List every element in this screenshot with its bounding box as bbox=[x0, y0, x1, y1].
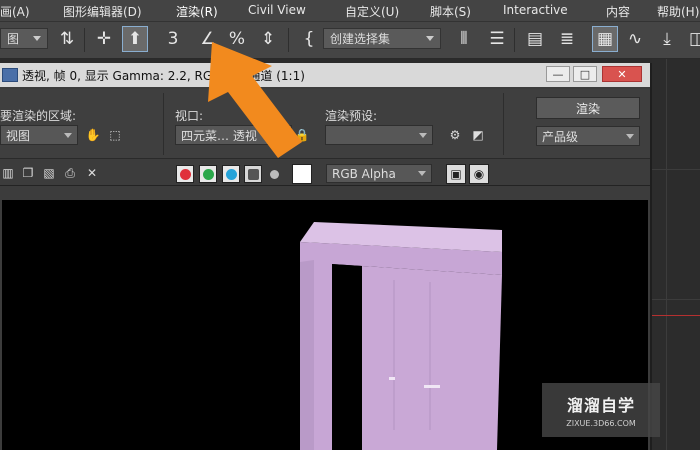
alpha-channel-icon bbox=[247, 168, 259, 180]
clear-icon[interactable]: ✕ bbox=[84, 165, 100, 181]
render-settings-panel: 要渲染的区域: 视图 ✋ ⬚ 视口: 四元菜… 透视 🔒 渲染预设: ⚙ ◩ 渲… bbox=[0, 89, 650, 159]
area-to-render-label: 要渲染的区域: bbox=[0, 109, 77, 123]
toolbar-separator bbox=[84, 28, 85, 52]
render-frame-toolbar: ▥ ❐ ▧ ⎙ ✕ RGB Alpha ▣ ◉ bbox=[0, 160, 650, 186]
material-editor-icon[interactable]: ◫ bbox=[684, 26, 700, 52]
channel-display-dropdown[interactable]: RGB Alpha bbox=[326, 164, 432, 183]
selection-set-value: 创建选择集 bbox=[330, 32, 391, 46]
print-icon[interactable]: ⎙ bbox=[62, 165, 78, 181]
toggle-ui-icon[interactable]: ◉ bbox=[469, 164, 489, 184]
render-frame-title: 透视, 帧 0, 显示 Gamma: 2.2, RGBA 位/通道 (1:1) bbox=[22, 68, 305, 83]
chevron-down-icon bbox=[418, 171, 426, 176]
red-channel-toggle[interactable] bbox=[176, 165, 194, 183]
door-left-post-side bbox=[300, 260, 314, 450]
environment-icon[interactable]: ◩ bbox=[470, 127, 486, 143]
layer-explorer-icon[interactable]: ≣ bbox=[554, 26, 580, 52]
panel-separator bbox=[503, 93, 504, 155]
main-toolbar: 图 ⇅ ✛ ⬆ 3 ∠ % ⇕ { 创建选择集 ⫴ ☰ ▤ ≣ ▦ ∿ ⤓ ◫ bbox=[0, 22, 700, 59]
menu-help[interactable]: 帮助(H) bbox=[657, 3, 699, 20]
toolbar-separator bbox=[514, 28, 515, 52]
viewport-label: 视口: bbox=[175, 109, 204, 123]
menu-content[interactable]: 内容 bbox=[606, 3, 630, 20]
render-frame-titlebar[interactable]: 透视, 帧 0, 显示 Gamma: 2.2, RGBA 位/通道 (1:1) … bbox=[0, 63, 650, 87]
mirror-icon[interactable]: ⫴ bbox=[451, 26, 477, 52]
grid-line bbox=[652, 299, 700, 300]
viewport-value: 四元菜… 透视 bbox=[181, 128, 257, 143]
render-preset-dropdown[interactable] bbox=[325, 125, 433, 145]
grid-line bbox=[666, 59, 667, 450]
minimize-button[interactable]: — bbox=[546, 66, 570, 82]
render-button[interactable]: 渲染 bbox=[536, 97, 640, 119]
render-preset-label: 渲染预设: bbox=[325, 109, 378, 123]
panel-separator bbox=[163, 93, 164, 155]
watermark: 溜溜自学 ZIXUE.3D66.COM bbox=[542, 383, 660, 437]
percent-snap-icon[interactable]: % bbox=[224, 26, 250, 52]
render-setup-icon[interactable]: ⚙ bbox=[447, 127, 463, 143]
axis-line bbox=[652, 315, 700, 316]
save-image-icon[interactable]: ▥ bbox=[0, 165, 16, 181]
schematic-view-icon[interactable]: ⤓ bbox=[654, 26, 680, 52]
chevron-down-icon bbox=[64, 132, 72, 138]
area-to-render-dropdown[interactable]: 视图 bbox=[0, 125, 78, 145]
door-right-slab bbox=[362, 266, 502, 450]
channel-display-value: RGB Alpha bbox=[332, 166, 396, 181]
menu-rendering[interactable]: 渲染(R) bbox=[176, 3, 218, 20]
menu-bar: 画(A) 图形编辑器(D) 渲染(R) Civil View 自定义(U) 脚本… bbox=[0, 0, 700, 22]
menu-animation[interactable]: 画(A) bbox=[0, 3, 30, 20]
render-mode-value: 产品级 bbox=[542, 129, 579, 144]
chevron-down-icon bbox=[626, 133, 634, 139]
blue-channel-toggle[interactable] bbox=[222, 165, 240, 183]
close-button[interactable]: ✕ bbox=[602, 66, 642, 82]
green-channel-toggle[interactable] bbox=[199, 165, 217, 183]
menu-graph-editors[interactable]: 图形编辑器(D) bbox=[63, 3, 142, 20]
toolbar-dropdown[interactable]: 图 bbox=[0, 28, 48, 49]
scene-explorer-icon[interactable]: ▤ bbox=[522, 26, 548, 52]
select-link-icon[interactable]: ⇅ bbox=[54, 26, 80, 52]
chevron-down-icon bbox=[419, 132, 427, 138]
chevron-down-icon bbox=[33, 36, 41, 41]
maximize-button[interactable]: □ bbox=[573, 66, 597, 82]
toggle-ribbon-icon[interactable]: ▦ bbox=[592, 26, 618, 52]
clone-frame-icon[interactable]: ▧ bbox=[41, 165, 57, 181]
align-icon[interactable]: ☰ bbox=[484, 26, 510, 52]
viewport-dropdown[interactable]: 四元菜… 透视 bbox=[175, 125, 292, 145]
copy-image-icon[interactable]: ❐ bbox=[20, 165, 36, 181]
watermark-sub-text: ZIXUE.3D66.COM bbox=[566, 419, 636, 428]
door-handle-left bbox=[389, 377, 395, 380]
selection-set-dropdown[interactable]: 创建选择集 bbox=[323, 28, 441, 49]
watermark-main-text: 溜溜自学 bbox=[566, 396, 635, 415]
toggle-ui-overlay-icon[interactable]: ▣ bbox=[446, 164, 466, 184]
render-mode-dropdown[interactable]: 产品级 bbox=[536, 126, 640, 146]
grid-line bbox=[652, 169, 700, 170]
door-left-post-front bbox=[314, 260, 332, 450]
monochrome-icon[interactable] bbox=[266, 166, 282, 182]
chevron-down-icon bbox=[426, 36, 434, 41]
spinner-snap-icon[interactable]: ⇕ bbox=[255, 26, 281, 52]
auto-region-icon[interactable]: ⬚ bbox=[107, 127, 123, 143]
curve-editor-icon[interactable]: ∿ bbox=[622, 26, 648, 52]
place-icon[interactable]: ⬆ bbox=[122, 26, 148, 52]
toolbar-separator bbox=[288, 28, 289, 52]
background-color-swatch[interactable] bbox=[292, 164, 312, 184]
edit-named-selection-icon[interactable]: { bbox=[296, 26, 322, 52]
green-channel-icon bbox=[202, 168, 214, 180]
toolbar-dropdown-value: 图 bbox=[7, 32, 20, 46]
red-channel-icon bbox=[179, 168, 191, 180]
snap-3-icon[interactable]: 3 bbox=[160, 26, 186, 52]
alpha-channel-toggle[interactable] bbox=[244, 165, 262, 183]
area-to-render-value: 视图 bbox=[6, 128, 31, 143]
move-icon[interactable]: ✛ bbox=[91, 26, 117, 52]
blue-channel-icon bbox=[225, 168, 237, 180]
lock-icon[interactable]: 🔒 bbox=[294, 127, 310, 143]
render-frame-icon bbox=[2, 68, 18, 82]
menu-scripting[interactable]: 脚本(S) bbox=[430, 3, 471, 20]
door-opening bbox=[332, 264, 362, 450]
angle-snap-icon[interactable]: ∠ bbox=[195, 26, 221, 52]
menu-civil-view[interactable]: Civil View bbox=[248, 3, 306, 17]
menu-interactive[interactable]: Interactive bbox=[503, 3, 568, 17]
door-handle-right bbox=[424, 385, 440, 388]
menu-customize[interactable]: 自定义(U) bbox=[345, 3, 399, 20]
edit-region-icon[interactable]: ✋ bbox=[85, 127, 101, 143]
